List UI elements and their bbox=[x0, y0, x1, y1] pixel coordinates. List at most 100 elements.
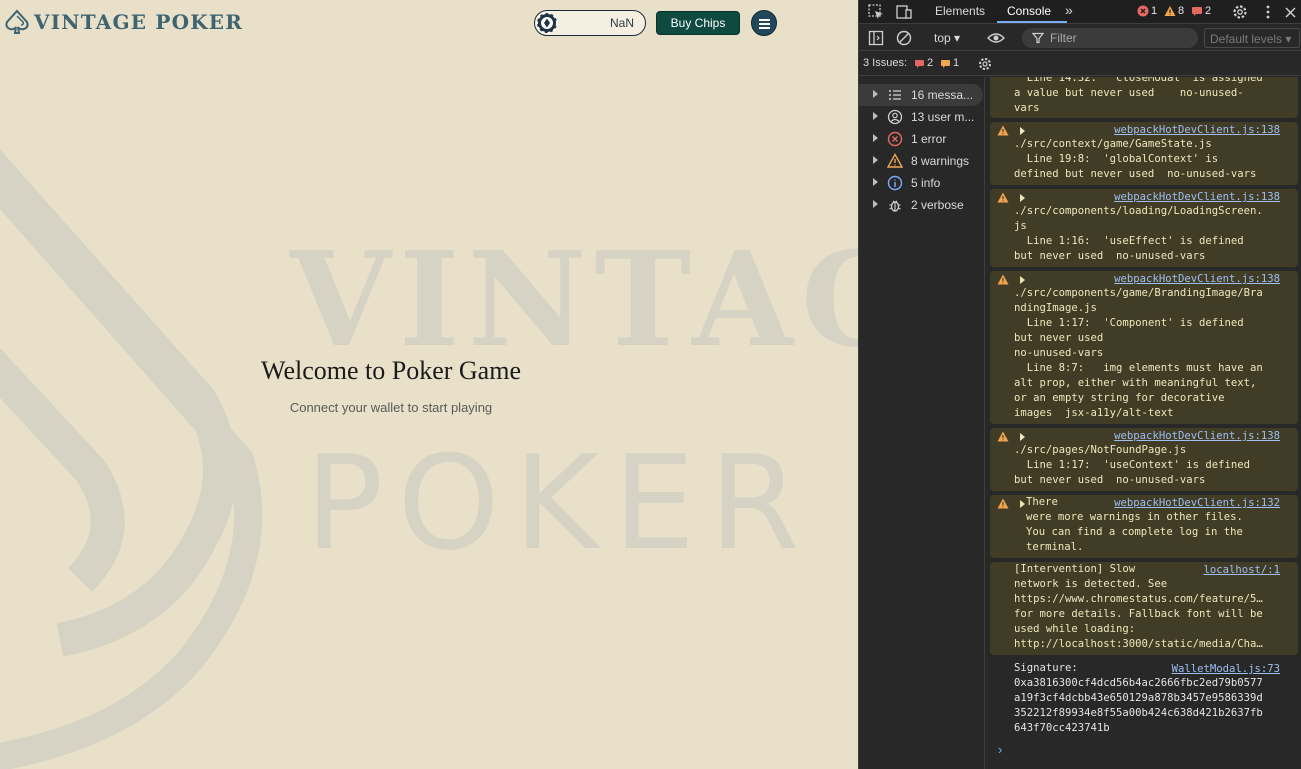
issues-count-badge[interactable]: 2 bbox=[1191, 5, 1211, 17]
sidebar-label: 8 warnings bbox=[911, 154, 970, 168]
more-options-icon[interactable] bbox=[1259, 3, 1277, 21]
user-icon bbox=[887, 109, 903, 125]
console-warning-message[interactable]: webpackHotDevClient.js:132 There were mo… bbox=[990, 495, 1298, 558]
list-icon bbox=[889, 90, 901, 100]
devtools-tabbar: Elements Console » 1 8 2 bbox=[859, 0, 1301, 24]
source-link[interactable]: webpackHotDevClient.js:138 bbox=[1114, 190, 1280, 205]
console-messages: Line 14:32: 'closeModal' is assigned a v… bbox=[986, 77, 1301, 769]
watermark-line1: VINTAGE bbox=[289, 223, 858, 376]
sidebar-item-errors[interactable]: 1 error bbox=[859, 128, 983, 150]
expand-arrow-icon[interactable] bbox=[1020, 194, 1025, 202]
console-warning-message[interactable]: webpackHotDevClient.js:138 ./src/compone… bbox=[990, 189, 1298, 267]
sidebar-item-user-messages[interactable]: 13 user m... bbox=[859, 106, 983, 128]
source-link[interactable]: webpackHotDevClient.js:138 bbox=[1114, 123, 1280, 138]
expand-arrow-icon bbox=[873, 112, 878, 120]
console-warning-message[interactable]: webpackHotDevClient.js:138 ./src/pages/N… bbox=[990, 428, 1298, 491]
welcome-title: Welcome to Poker Game bbox=[261, 356, 521, 385]
warning-icon bbox=[887, 153, 903, 168]
issue-warning-flag-icon bbox=[941, 60, 950, 68]
filter-icon bbox=[1032, 32, 1044, 44]
hamburger-icon bbox=[759, 19, 770, 21]
expand-arrow-icon bbox=[873, 134, 878, 142]
issues-count: 2 bbox=[1205, 5, 1212, 17]
source-link[interactable]: WalletModal.js:73 bbox=[1172, 662, 1280, 677]
console-intervention-message[interactable]: localhost/:1 [Intervention] Slow network… bbox=[990, 562, 1298, 655]
console-warning-message[interactable]: webpackHotDevClient.js:138 ./src/compone… bbox=[990, 271, 1298, 424]
menu-button[interactable] bbox=[751, 10, 777, 36]
sidebar-item-warnings[interactable]: 8 warnings bbox=[859, 150, 983, 172]
filter-placeholder: Filter bbox=[1050, 31, 1077, 45]
sidebar-item-messages[interactable]: 16 messa... bbox=[859, 84, 983, 106]
sidebar-item-verbose[interactable]: 2 verbose bbox=[859, 194, 983, 216]
error-icon bbox=[1137, 5, 1149, 17]
spade-logo-icon bbox=[5, 9, 29, 34]
expand-arrow-icon[interactable] bbox=[1020, 276, 1025, 284]
warning-icon bbox=[997, 192, 1009, 203]
error-icon bbox=[887, 131, 903, 147]
brand-logo[interactable]: VINTAGE POKER bbox=[4, 9, 243, 35]
poker-chip-icon bbox=[536, 12, 558, 34]
log-levels-dropdown[interactable]: Default levels ▾ bbox=[1204, 28, 1300, 48]
issues-bar[interactable]: 3 Issues: 2 1 bbox=[859, 52, 1301, 76]
hamburger-icon bbox=[759, 27, 770, 29]
expand-arrow-icon bbox=[873, 90, 878, 98]
tab-elements[interactable]: Elements bbox=[935, 4, 985, 18]
warning-icon bbox=[997, 125, 1009, 136]
close-icon[interactable] bbox=[1283, 3, 1299, 21]
warning-count-badge[interactable]: 8 bbox=[1164, 5, 1184, 17]
logo-text: VINTAGE POKER bbox=[34, 10, 244, 34]
sidebar-label: 1 error bbox=[911, 132, 947, 146]
expand-arrow-icon[interactable] bbox=[1020, 500, 1025, 508]
issues-error-count: 2 bbox=[927, 57, 934, 69]
message-text: Line 14:32: 'closeModal' is assigned a v… bbox=[1014, 77, 1263, 114]
console-warning-message[interactable]: webpackHotDevClient.js:138 ./src/context… bbox=[990, 122, 1298, 185]
source-link[interactable]: localhost/:1 bbox=[1203, 563, 1280, 578]
message-text: ./src/components/game/BrandingImage/Bra … bbox=[1014, 287, 1263, 419]
sidebar-item-info[interactable]: 5 info bbox=[859, 172, 983, 194]
issue-error-flag-icon bbox=[915, 60, 924, 68]
settings-gear-icon[interactable] bbox=[1231, 3, 1249, 21]
console-warning-message[interactable]: Line 14:32: 'closeModal' is assigned a v… bbox=[990, 77, 1298, 118]
sidebar-label: 13 user m... bbox=[911, 110, 975, 124]
error-count: 1 bbox=[1151, 5, 1158, 17]
log-levels-label: Default levels ▾ bbox=[1210, 32, 1292, 46]
sidebar-label: 16 messa... bbox=[911, 88, 974, 102]
balance-value: NaN bbox=[609, 16, 634, 30]
expand-arrow-icon bbox=[873, 178, 878, 186]
expand-arrow-icon[interactable] bbox=[1020, 127, 1025, 135]
chip-balance[interactable]: NaN bbox=[534, 10, 646, 36]
expand-arrow-icon bbox=[873, 200, 878, 208]
source-link[interactable]: webpackHotDevClient.js:138 bbox=[1114, 272, 1280, 287]
more-tabs-button[interactable]: » bbox=[1065, 2, 1073, 18]
context-selector[interactable]: top ▾ bbox=[934, 31, 960, 45]
clear-console-icon[interactable] bbox=[896, 30, 912, 46]
error-count-badge[interactable]: 1 bbox=[1137, 5, 1157, 17]
issues-label: 3 Issues: bbox=[863, 57, 908, 69]
watermark-line2: POKER bbox=[305, 427, 813, 579]
source-link[interactable]: webpackHotDevClient.js:138 bbox=[1114, 429, 1280, 444]
app-page: VINTAGE POKER VINTAGE POKER NaN Buy Chip… bbox=[0, 0, 858, 769]
warning-icon bbox=[1164, 6, 1176, 16]
warning-icon bbox=[997, 274, 1009, 285]
bug-icon bbox=[889, 200, 901, 212]
warning-count: 8 bbox=[1178, 5, 1185, 17]
live-expression-eye-icon[interactable] bbox=[987, 30, 1005, 46]
tab-console[interactable]: Console bbox=[1007, 4, 1051, 18]
inspect-icon[interactable] bbox=[867, 3, 885, 21]
device-toolbar-icon[interactable] bbox=[895, 3, 913, 21]
sidebar-label: 2 verbose bbox=[911, 198, 964, 212]
active-tab-indicator bbox=[997, 21, 1067, 23]
hamburger-icon bbox=[759, 23, 770, 25]
devtools-panel: Elements Console » 1 8 2 top ▾ Filter De… bbox=[858, 0, 1301, 769]
issues-warning-count: 1 bbox=[953, 57, 960, 69]
console-prompt[interactable]: › bbox=[998, 742, 1002, 757]
top-header: VINTAGE POKER NaN Buy Chips bbox=[0, 0, 858, 46]
filter-input[interactable]: Filter bbox=[1022, 28, 1198, 48]
console-log-message[interactable]: WalletModal.js:73 Signature: 0xa3816300c… bbox=[990, 661, 1298, 739]
expand-arrow-icon[interactable] bbox=[1020, 433, 1025, 441]
sidebar-toggle-icon[interactable] bbox=[868, 30, 884, 46]
console-settings-gear-icon[interactable] bbox=[977, 56, 993, 72]
console-sidebar: 16 messa... 13 user m... 1 error 8 warni… bbox=[859, 77, 985, 769]
buy-chips-button[interactable]: Buy Chips bbox=[656, 11, 740, 35]
source-link[interactable]: webpackHotDevClient.js:132 bbox=[1114, 496, 1280, 511]
